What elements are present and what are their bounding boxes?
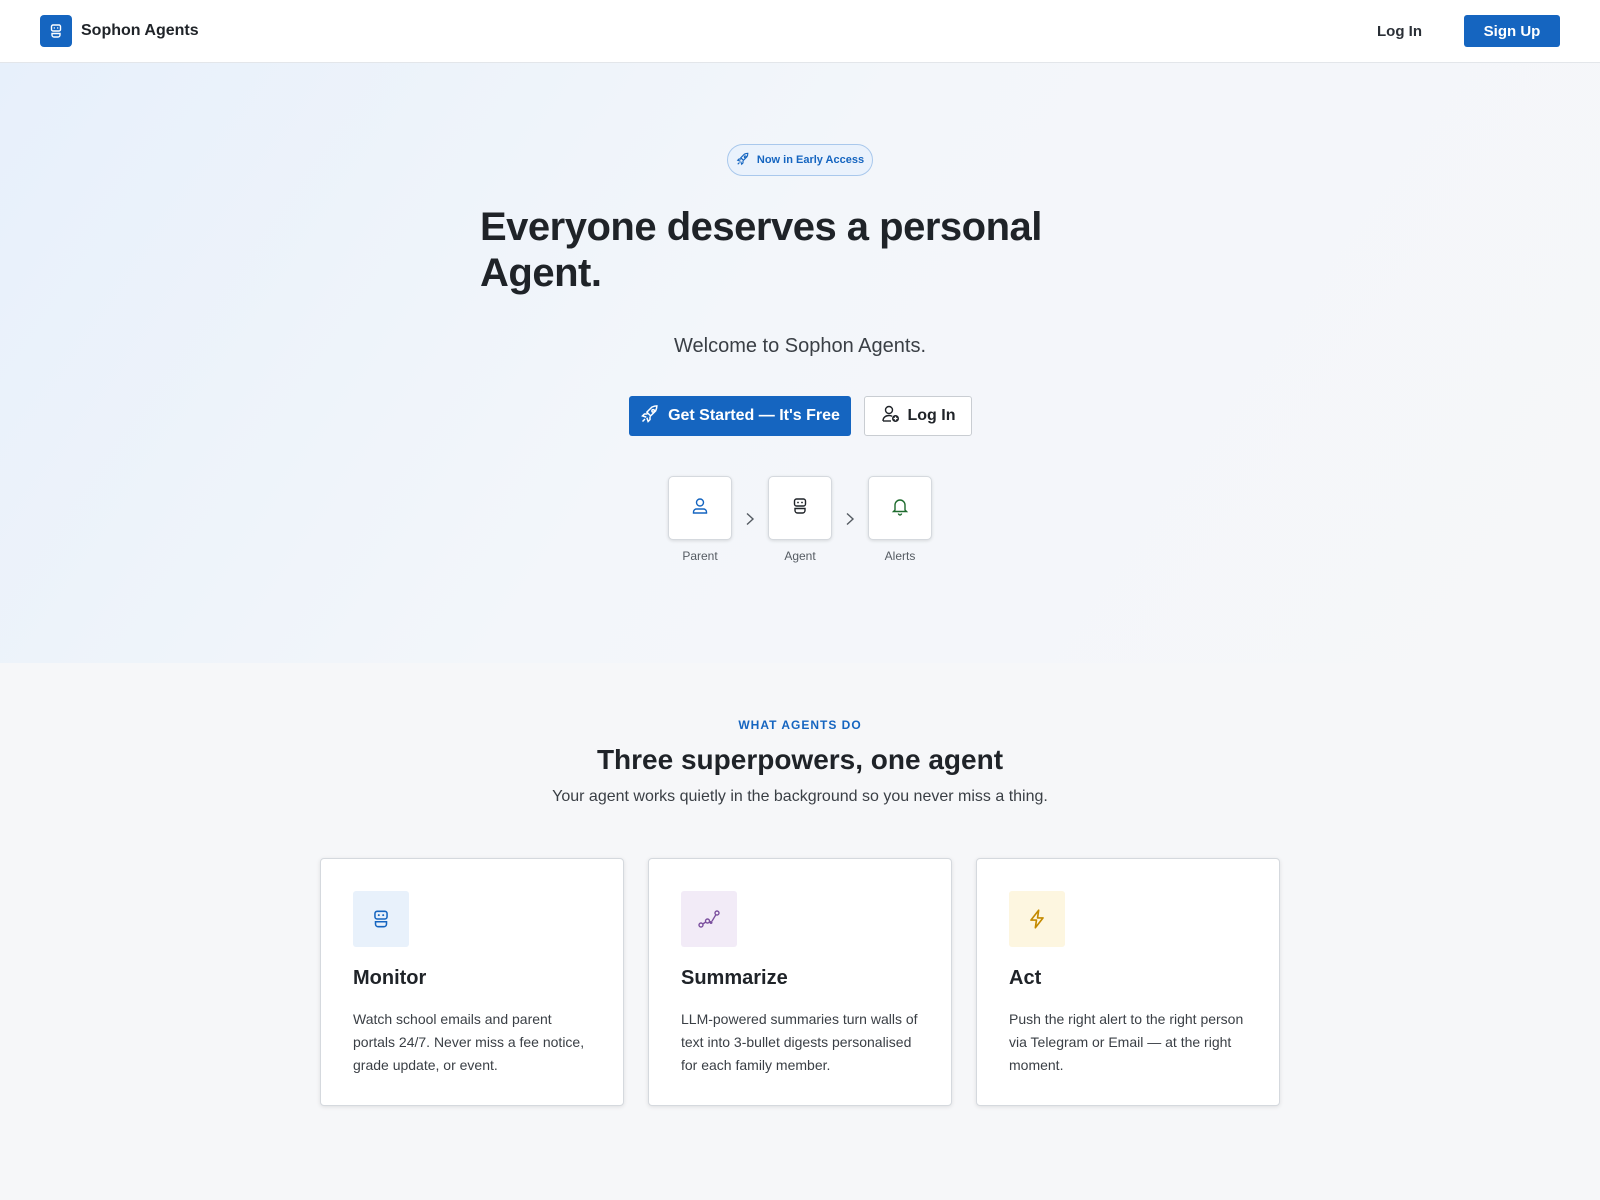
hero-subtitle: Welcome to Sophon Agents. <box>673 335 926 357</box>
early-access-badge: Now in Early Access <box>727 144 873 176</box>
feature-cards: Monitor Watch school emails and parent p… <box>320 858 1280 1106</box>
flow-label: Alerts <box>884 549 916 563</box>
robot-icon <box>40 15 72 47</box>
get-started-button[interactable]: Get Started — It's Free <box>629 396 851 436</box>
card-body: LLM-powered summaries turn walls of text… <box>681 1011 918 1073</box>
flow-step-parent: Parent <box>668 476 732 563</box>
feature-card-summarize: Summarize LLM-powered summaries turn wal… <box>648 858 952 1106</box>
signup-button[interactable]: Sign Up <box>1464 15 1560 47</box>
nav-actions: Log In Sign Up <box>1359 15 1560 48</box>
graph-icon <box>681 891 737 947</box>
brand[interactable]: Sophon Agents <box>40 15 199 47</box>
card-title: Act <box>1009 967 1042 989</box>
features-title: Three superpowers, one agent <box>596 744 1004 775</box>
chevron-right-icon <box>732 476 768 540</box>
feature-card-act: Act Push the right alert to the right pe… <box>976 858 1280 1106</box>
hero-login-label: Log In <box>907 407 956 424</box>
flow-box-alerts <box>868 476 932 540</box>
user-icon <box>690 496 710 521</box>
robot-icon <box>790 496 810 521</box>
flow-box-agent <box>768 476 832 540</box>
bell-icon <box>890 496 910 521</box>
feature-card-monitor: Monitor Watch school emails and parent p… <box>320 858 624 1106</box>
features-eyebrow: WHAT AGENTS DO <box>738 718 862 732</box>
login-button[interactable]: Log In <box>1359 15 1440 48</box>
top-nav: Sophon Agents Log In Sign Up <box>0 0 1600 63</box>
robot-icon <box>353 891 409 947</box>
flow-label: Agent <box>784 549 816 563</box>
user-add-icon <box>881 404 901 429</box>
flow-label: Parent <box>682 549 718 563</box>
card-body: Push the right alert to the right person… <box>1009 1011 1244 1073</box>
badge-text: Now in Early Access <box>756 154 865 166</box>
hero-login-button[interactable]: Log In <box>864 396 972 436</box>
flow-diagram: Parent Agent Alerts <box>668 476 932 563</box>
rocket-icon <box>640 404 660 429</box>
flow-step-alerts: Alerts <box>868 476 932 563</box>
hero-section: Now in Early Access Everyone deserves a … <box>0 63 1600 663</box>
card-title: Monitor <box>353 967 427 989</box>
cta-row: Get Started — It's Free Log In <box>629 396 972 436</box>
get-started-label: Get Started — It's Free <box>668 407 840 424</box>
card-body: Watch school emails and parent portals 2… <box>353 1011 585 1073</box>
hero-title: Everyone deserves a personal Agent. <box>480 205 1042 295</box>
rocket-icon <box>736 152 750 169</box>
flow-box-parent <box>668 476 732 540</box>
features-subtitle: Your agent works quietly in the backgrou… <box>552 788 1048 805</box>
card-title: Summarize <box>681 967 788 989</box>
flow-step-agent: Agent <box>768 476 832 563</box>
chevron-right-icon <box>832 476 868 540</box>
lightning-icon <box>1009 891 1065 947</box>
brand-name: Sophon Agents <box>81 22 199 39</box>
